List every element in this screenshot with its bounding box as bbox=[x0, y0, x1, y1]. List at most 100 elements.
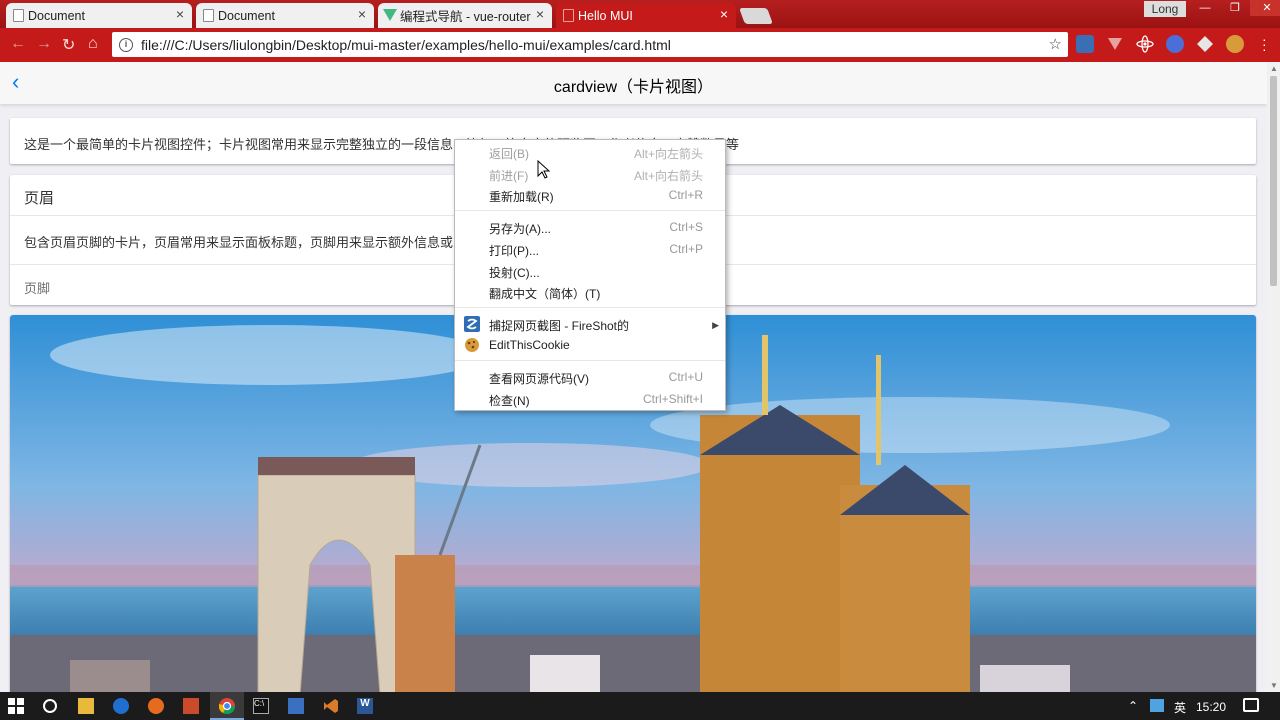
tab-document-2[interactable]: Document × bbox=[196, 3, 374, 28]
tray-up-chevron-icon[interactable]: ⌃ bbox=[1128, 699, 1138, 713]
menu-item-translate[interactable]: 翻成中文（简体）(T) bbox=[489, 285, 715, 305]
clock[interactable]: 15:20 bbox=[1196, 700, 1226, 714]
menu-item-cast[interactable]: 投射(C)... bbox=[489, 264, 715, 284]
scroll-down-icon[interactable]: ▼ bbox=[1270, 681, 1278, 690]
menu-item-editthiscookie[interactable]: EditThisCookie bbox=[489, 338, 715, 358]
menu-item-shortcut: Ctrl+U bbox=[668, 370, 703, 384]
menu-item-view-source[interactable]: 查看网页源代码(V) Ctrl+U bbox=[489, 370, 715, 390]
fireshot-icon bbox=[464, 316, 480, 332]
page-scrollbar[interactable]: ▲ ▼ bbox=[1267, 62, 1280, 692]
card-header-text: 页眉 bbox=[24, 190, 55, 207]
tab-close-icon[interactable]: × bbox=[176, 6, 184, 22]
restore-icon[interactable]: ❐ bbox=[1220, 0, 1250, 16]
submenu-arrow-icon: ▶ bbox=[712, 320, 719, 330]
tab-close-icon[interactable]: × bbox=[536, 6, 544, 22]
menu-separator bbox=[455, 210, 725, 211]
menu-item-shortcut: Ctrl+Shift+I bbox=[642, 392, 703, 406]
mui-header-bar: ‹ cardview（卡片视图） bbox=[0, 62, 1267, 104]
menu-item-label: 投射(C)... bbox=[489, 266, 540, 280]
notification-icon[interactable] bbox=[1243, 698, 1259, 712]
search-icon[interactable] bbox=[42, 698, 58, 714]
card-content: 包含页眉页脚的卡片，页眉常用来显示面板标题，页脚用来显示额外信息或 bbox=[24, 235, 454, 250]
menu-item-shortcut: Alt+向左箭头 bbox=[633, 147, 703, 161]
firefox-icon[interactable] bbox=[148, 698, 164, 714]
menu-item-label: 重新加载(R) bbox=[489, 190, 554, 204]
menu-item-label: 查看网页源代码(V) bbox=[489, 372, 589, 386]
tab-strip: Document × Document × 编程式导航 - vue-router… bbox=[0, 0, 1280, 28]
shield-shape bbox=[1197, 36, 1213, 52]
extension-icon[interactable] bbox=[1166, 35, 1184, 53]
windows-taskbar: C:\ W ⌃ 英 15:20 bbox=[0, 692, 1280, 720]
vue-devtools-extension-icon[interactable] bbox=[1106, 35, 1124, 53]
menu-item-shortcut: Ctrl+P bbox=[669, 242, 703, 256]
fireshot-extension-icon[interactable] bbox=[1076, 35, 1094, 53]
new-tab-button[interactable] bbox=[739, 8, 773, 24]
minimize-icon[interactable]: — bbox=[1190, 0, 1220, 16]
reload-icon[interactable]: ↻ bbox=[62, 35, 75, 55]
app-icon[interactable] bbox=[183, 698, 199, 714]
scrollbar-thumb[interactable] bbox=[1270, 76, 1277, 286]
word-icon[interactable]: W bbox=[357, 698, 373, 714]
menu-item-label: 打印(P)... bbox=[489, 244, 539, 258]
menu-separator bbox=[455, 307, 725, 308]
edge-browser-icon[interactable] bbox=[113, 698, 129, 714]
card-footer-text: 页脚 bbox=[24, 281, 51, 296]
menu-item-save-as[interactable]: 另存为(A)... Ctrl+S bbox=[489, 220, 715, 240]
info-icon[interactable]: i bbox=[119, 37, 133, 52]
tab-close-icon[interactable]: × bbox=[358, 6, 366, 22]
chrome-menu-icon[interactable]: · · · bbox=[1262, 32, 1267, 56]
profile-button[interactable]: Long bbox=[1144, 1, 1186, 17]
chrome-icon[interactable] bbox=[219, 698, 235, 714]
menu-item-label: 翻成中文（简体）(T) bbox=[489, 287, 601, 301]
menu-item-label: 前进(F) bbox=[489, 169, 529, 183]
bookmark-star-icon[interactable]: ☆ bbox=[1049, 35, 1062, 53]
url-text[interactable]: file:///C:/Users/liulongbin/Desktop/mui-… bbox=[141, 37, 671, 53]
app-icon[interactable] bbox=[288, 698, 304, 714]
menu-item-inspect[interactable]: 检查(N) Ctrl+Shift+I bbox=[489, 392, 715, 412]
forward-arrow-icon[interactable]: → bbox=[36, 35, 52, 53]
menu-item-label: 返回(B) bbox=[489, 147, 529, 161]
ime-indicator[interactable]: 英 bbox=[1174, 699, 1186, 716]
page-icon bbox=[13, 9, 24, 22]
window-close-icon[interactable]: ✕ bbox=[1250, 0, 1280, 16]
browser-toolbar: ← → ↻ ⌂ i file:///C:/Users/liulongbin/De… bbox=[0, 28, 1280, 62]
tab-document-1[interactable]: Document × bbox=[6, 3, 192, 28]
menu-item-label: 另存为(A)... bbox=[489, 222, 551, 236]
tab-title: Hello MUI bbox=[578, 8, 633, 23]
menu-item-shortcut: Ctrl+R bbox=[668, 188, 703, 202]
back-arrow-icon[interactable]: ← bbox=[10, 35, 26, 53]
terminal-icon[interactable]: C:\ bbox=[253, 698, 269, 714]
network-icon[interactable] bbox=[1150, 699, 1164, 712]
react-shape bbox=[1136, 35, 1154, 53]
menu-item-label: 捕捉网页截图 - FireShot的 bbox=[489, 319, 630, 333]
menu-item-reload[interactable]: 重新加载(R) Ctrl+R bbox=[489, 188, 715, 208]
address-bar[interactable]: i file:///C:/Users/liulongbin/Desktop/mu… bbox=[112, 32, 1068, 57]
page-icon bbox=[563, 9, 574, 22]
windows-start-icon[interactable] bbox=[8, 698, 24, 714]
menu-item-label: 检查(N) bbox=[489, 394, 530, 408]
scroll-up-icon[interactable]: ▲ bbox=[1270, 64, 1278, 73]
tab-title: Document bbox=[28, 8, 85, 23]
menu-item-fireshot[interactable]: 捕捉网页截图 - FireShot的 bbox=[489, 317, 715, 337]
menu-separator bbox=[455, 360, 725, 361]
home-icon[interactable]: ⌂ bbox=[88, 35, 98, 53]
vscode-icon[interactable] bbox=[323, 698, 339, 714]
tab-title: 编程式导航 - vue-router bbox=[400, 10, 531, 24]
menu-item-back[interactable]: 返回(B) Alt+向左箭头 bbox=[489, 145, 715, 165]
menu-item-forward[interactable]: 前进(F) Alt+向右箭头 bbox=[489, 167, 715, 187]
react-extension-icon[interactable] bbox=[1136, 35, 1154, 53]
mouse-cursor-icon bbox=[537, 160, 551, 179]
menu-item-print[interactable]: 打印(P)... Ctrl+P bbox=[489, 242, 715, 262]
cookie-icon bbox=[464, 337, 480, 353]
tab-hello-mui[interactable]: Hello MUI × bbox=[556, 3, 736, 28]
tab-close-icon[interactable]: × bbox=[720, 6, 728, 22]
menu-item-shortcut: Alt+向右箭头 bbox=[633, 169, 703, 183]
vue-shape bbox=[1108, 38, 1122, 50]
menu-item-shortcut: Ctrl+S bbox=[669, 220, 703, 234]
tab-title: Document bbox=[218, 8, 275, 23]
cookie-extension-icon[interactable] bbox=[1226, 35, 1244, 53]
file-explorer-icon[interactable] bbox=[78, 698, 94, 714]
context-menu: 返回(B) Alt+向左箭头 前进(F) Alt+向右箭头 重新加载(R) Ctrl+… bbox=[454, 139, 726, 411]
shield-extension-icon[interactable] bbox=[1196, 35, 1214, 53]
tab-vue-router[interactable]: 编程式导航 - vue-router × bbox=[378, 3, 552, 28]
